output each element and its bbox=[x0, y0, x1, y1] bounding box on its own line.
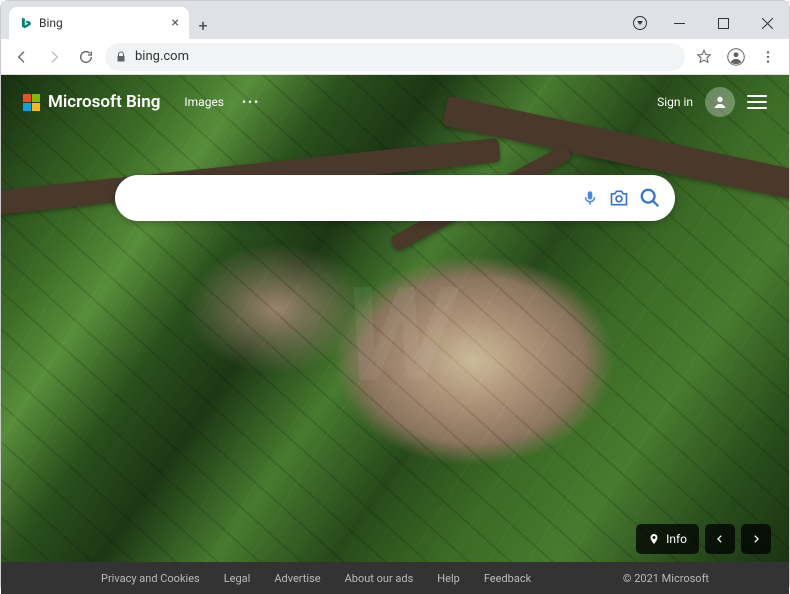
info-button[interactable]: Info bbox=[636, 524, 699, 554]
maximize-button[interactable] bbox=[701, 7, 745, 39]
microsoft-logo-icon bbox=[23, 94, 40, 111]
window-controls bbox=[633, 7, 789, 39]
image-controls: Info bbox=[636, 524, 771, 554]
account-button[interactable] bbox=[705, 87, 735, 117]
url-text: bing.com bbox=[135, 49, 189, 64]
chevron-right-icon bbox=[751, 534, 761, 544]
search-icon bbox=[639, 187, 661, 209]
microphone-icon bbox=[581, 189, 599, 207]
prev-image-button[interactable] bbox=[705, 524, 735, 554]
tab-title: Bing bbox=[39, 16, 166, 30]
person-icon bbox=[712, 94, 728, 110]
footer-link-legal[interactable]: Legal bbox=[224, 572, 251, 585]
signin-link[interactable]: Sign in bbox=[657, 95, 693, 109]
titlebar: Bing × + bbox=[1, 1, 789, 39]
bookmark-star-icon[interactable] bbox=[691, 44, 717, 70]
image-search-button[interactable] bbox=[609, 188, 629, 208]
browser-menu-button[interactable] bbox=[755, 44, 781, 70]
background-image bbox=[1, 75, 789, 594]
footer-link-privacy[interactable]: Privacy and Cookies bbox=[101, 572, 200, 585]
lock-icon bbox=[115, 51, 127, 63]
minimize-button[interactable] bbox=[657, 7, 701, 39]
chevron-down-icon[interactable] bbox=[633, 16, 647, 30]
bing-favicon-icon bbox=[19, 16, 33, 30]
next-image-button[interactable] bbox=[741, 524, 771, 554]
nav-more-button[interactable]: ••• bbox=[242, 95, 260, 109]
back-button[interactable] bbox=[9, 44, 35, 70]
copyright-text: © 2021 Microsoft bbox=[623, 572, 709, 585]
hamburger-menu-button[interactable] bbox=[747, 95, 767, 109]
camera-icon bbox=[609, 188, 629, 208]
info-label: Info bbox=[666, 532, 687, 546]
nav-images-link[interactable]: Images bbox=[184, 95, 224, 109]
page-content: W Microsoft Bing Images ••• Sign in bbox=[1, 75, 789, 594]
new-tab-button[interactable]: + bbox=[189, 11, 217, 39]
browser-tab[interactable]: Bing × bbox=[9, 7, 189, 39]
footer-link-help[interactable]: Help bbox=[437, 572, 460, 585]
reload-button[interactable] bbox=[73, 44, 99, 70]
search-input[interactable] bbox=[135, 189, 571, 207]
voice-search-button[interactable] bbox=[581, 189, 599, 207]
browser-toolbar: bing.com bbox=[1, 39, 789, 75]
footer-link-advertise[interactable]: Advertise bbox=[274, 572, 320, 585]
site-header: Microsoft Bing Images ••• Sign in bbox=[1, 87, 789, 117]
search-box bbox=[115, 175, 675, 221]
chevron-left-icon bbox=[715, 534, 725, 544]
address-bar[interactable]: bing.com bbox=[105, 43, 685, 71]
brand-text: Microsoft Bing bbox=[48, 92, 160, 112]
profile-icon[interactable] bbox=[723, 44, 749, 70]
footer: Privacy and Cookies Legal Advertise Abou… bbox=[1, 562, 789, 594]
location-pin-icon bbox=[648, 533, 660, 545]
close-window-button[interactable] bbox=[745, 7, 789, 39]
search-button[interactable] bbox=[639, 187, 661, 209]
footer-link-feedback[interactable]: Feedback bbox=[484, 572, 531, 585]
tab-close-button[interactable]: × bbox=[172, 15, 179, 31]
footer-link-about-ads[interactable]: About our ads bbox=[345, 572, 414, 585]
forward-button[interactable] bbox=[41, 44, 67, 70]
